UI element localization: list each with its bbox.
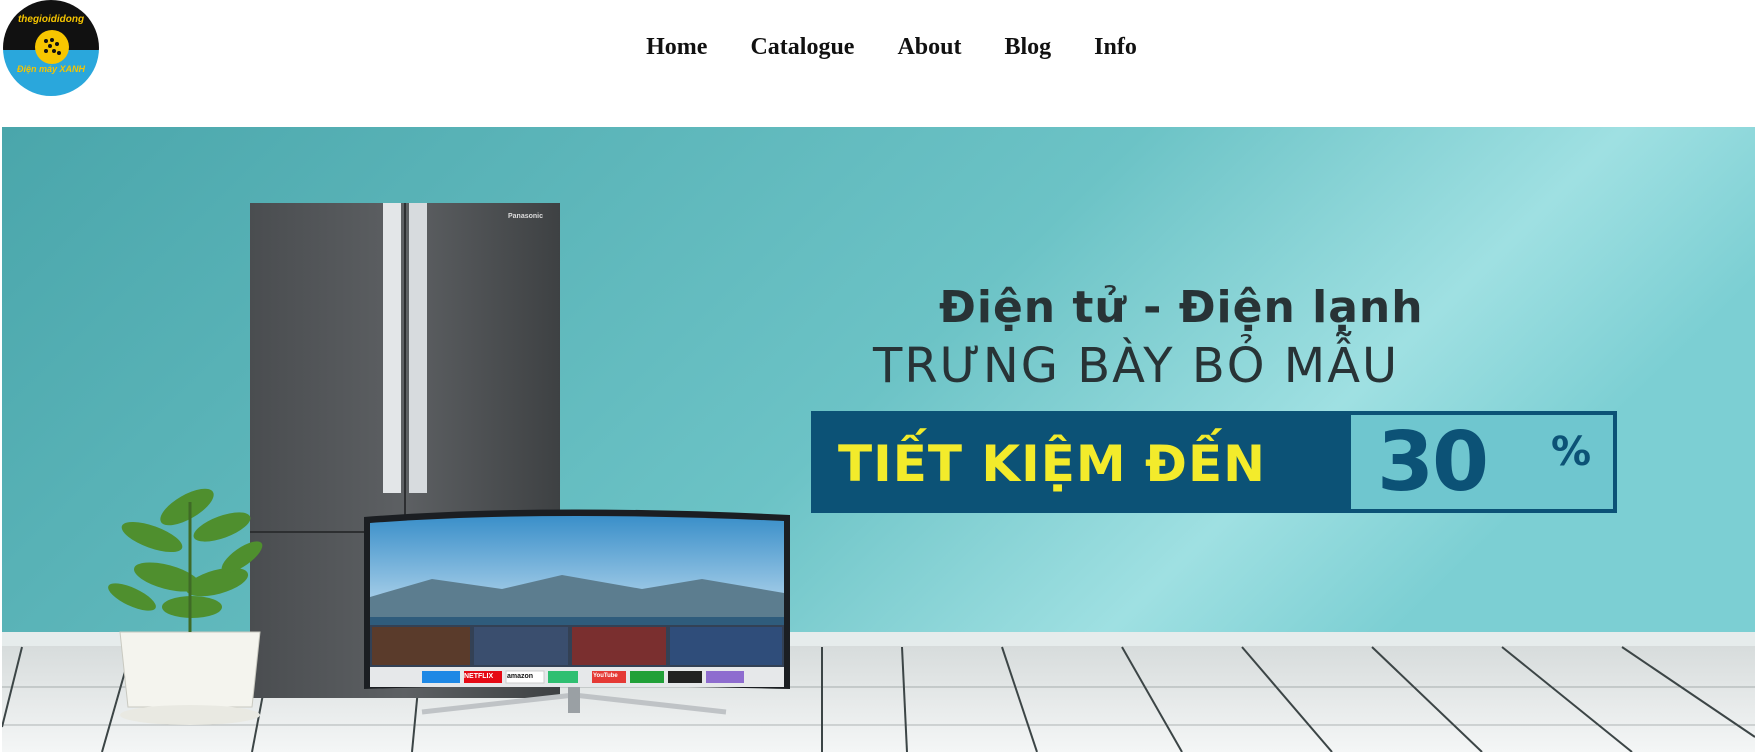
nav-home[interactable]: Home [646,30,707,64]
nav-about[interactable]: About [897,30,961,64]
banner-headline: Điện tử - Điện lạnh [939,282,1424,333]
tv-app-youtube: YouTube [593,673,618,679]
promo-box: TIẾT KIỆM ĐẾN 30 % [811,411,1617,513]
promo-discount: 30 % [1351,415,1613,510]
main-nav: Home Catalogue About Blog Info [0,30,1755,64]
fridge-brand: Panasonic [508,213,544,220]
banner-subheadline: TRƯNG BÀY BỎ MẪU [873,338,1400,394]
nav-catalogue[interactable]: Catalogue [750,30,854,64]
promo-text: TIẾT KIỆM ĐẾN [838,435,1266,493]
logo-bottom-text: Điện máy XANH [16,64,86,74]
promo-value: 30 [1377,415,1489,510]
fridge-handle-left [383,203,401,493]
nav-blog[interactable]: Blog [1004,30,1051,64]
site-header: thegioididong Điện máy XANH Home Catalog… [0,0,1755,127]
promo-unit: % [1551,429,1592,475]
hero-banner[interactable]: Panasonic NETFLIX amazon YouTube Điện tử… [2,127,1755,752]
fridge-handle-right [409,203,427,493]
nav-info[interactable]: Info [1094,30,1137,64]
tv-app-netflix: NETFLIX [464,673,494,680]
logo-top-text: thegioididong [17,14,85,25]
curved-tv [364,509,790,715]
tv-app-amazon: amazon [507,673,534,680]
